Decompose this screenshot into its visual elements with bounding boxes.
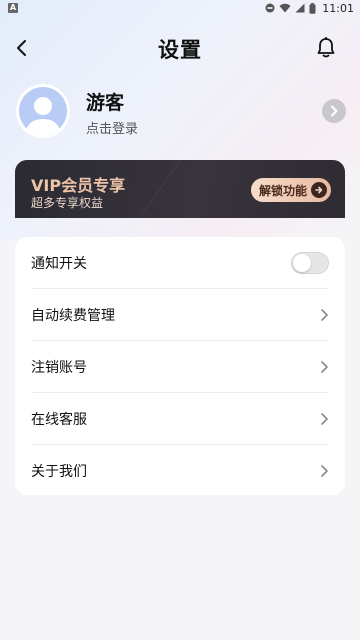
settings-item-label: 注销账号 bbox=[31, 360, 87, 376]
login-link[interactable]: 点击登录 bbox=[86, 118, 138, 137]
header: 设置 bbox=[0, 28, 360, 68]
arrow-right-circle-icon bbox=[311, 182, 327, 198]
profile-arrow-button[interactable] bbox=[322, 99, 346, 123]
settings-item-customer-service[interactable]: 在线客服 bbox=[15, 393, 345, 445]
notification-app-icon: A bbox=[8, 3, 18, 13]
settings-item-label: 关于我们 bbox=[31, 464, 87, 480]
vip-banner[interactable]: VIP会员专享 超多专享权益 解锁功能 bbox=[15, 160, 345, 218]
notification-toggle[interactable] bbox=[291, 252, 329, 274]
settings-item-label: 自动续费管理 bbox=[31, 308, 115, 324]
signal-icon bbox=[295, 3, 305, 13]
default-user-icon bbox=[25, 97, 61, 135]
chevron-right-icon bbox=[321, 465, 328, 477]
unlock-button-label: 解锁功能 bbox=[258, 183, 307, 198]
status-bar: A 11:01 bbox=[0, 0, 360, 16]
vip-subtitle: 超多专享权益 bbox=[31, 196, 104, 210]
settings-list: 通知开关 自动续费管理 注销账号 在线客服 关于我们 bbox=[15, 237, 345, 495]
settings-item-label: 通知开关 bbox=[31, 256, 87, 272]
bell-icon bbox=[317, 36, 335, 58]
do-not-disturb-icon bbox=[265, 3, 275, 13]
profile-section[interactable]: 游客 点击登录 bbox=[16, 84, 346, 140]
chevron-right-icon bbox=[321, 309, 328, 321]
settings-item-about-us[interactable]: 关于我们 bbox=[15, 445, 345, 497]
status-time: 11:01 bbox=[322, 1, 354, 15]
chevron-right-icon bbox=[321, 361, 328, 373]
wifi-icon bbox=[279, 3, 291, 13]
avatar[interactable] bbox=[16, 84, 70, 138]
chevron-right-icon bbox=[321, 413, 328, 425]
chevron-right-icon bbox=[331, 105, 338, 117]
battery-icon bbox=[309, 2, 316, 14]
settings-item-label: 在线客服 bbox=[31, 412, 87, 428]
toggle-knob bbox=[293, 254, 311, 272]
settings-item-notification: 通知开关 bbox=[15, 237, 345, 289]
page-title: 设置 bbox=[158, 38, 202, 62]
notification-button[interactable] bbox=[314, 36, 338, 60]
settings-item-delete-account[interactable]: 注销账号 bbox=[15, 341, 345, 393]
username: 游客 bbox=[86, 92, 125, 114]
settings-item-auto-renewal[interactable]: 自动续费管理 bbox=[15, 289, 345, 341]
vip-title: VIP会员专享 bbox=[31, 176, 126, 195]
unlock-button[interactable]: 解锁功能 bbox=[250, 178, 331, 202]
